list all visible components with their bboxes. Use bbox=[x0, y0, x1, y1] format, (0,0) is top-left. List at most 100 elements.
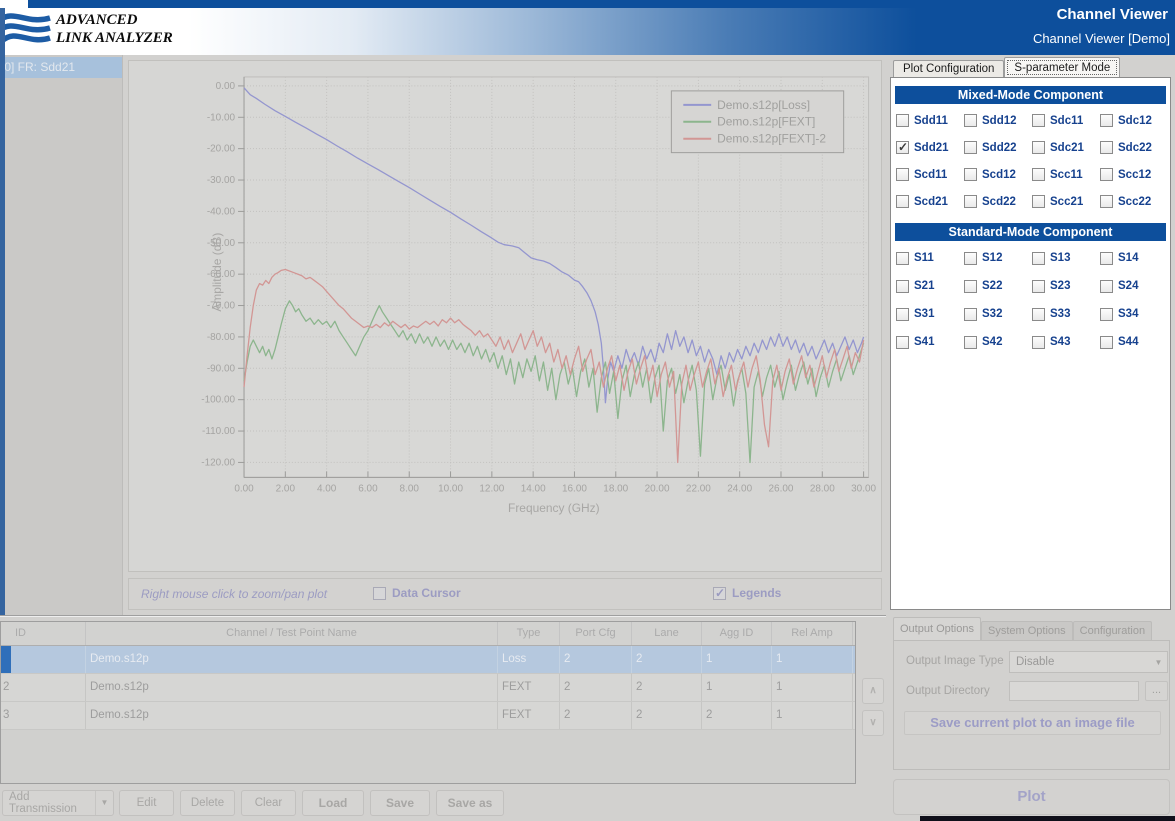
mixed-scd11-checkbox[interactable]: Scd11 bbox=[896, 161, 964, 188]
mixed-scc21-checkbox[interactable]: Scc21 bbox=[1032, 188, 1100, 215]
plot-button[interactable]: Plot bbox=[893, 779, 1170, 815]
standard-s13-checkbox[interactable]: S13 bbox=[1032, 244, 1100, 272]
save-button[interactable]: Save bbox=[370, 790, 430, 816]
cell-agg-id: 1 bbox=[702, 674, 772, 701]
mixed-scd22-checkbox[interactable]: Scd22 bbox=[964, 188, 1032, 215]
checkbox-label: S34 bbox=[1118, 308, 1139, 320]
mixed-sdc11-checkbox[interactable]: Sdc11 bbox=[1032, 107, 1100, 134]
checkbox-box bbox=[1032, 114, 1045, 127]
checkbox-label: Sdc21 bbox=[1050, 141, 1084, 154]
cell-name: Demo.s12p bbox=[86, 702, 498, 729]
mixed-sdd21-checkbox[interactable]: Sdd21 bbox=[896, 134, 964, 161]
move-row-down-button[interactable]: ∨ bbox=[862, 710, 884, 736]
xtick-label: 2.00 bbox=[276, 483, 296, 494]
ytick-label: -100.00 bbox=[201, 395, 235, 406]
plot-panel[interactable]: 0.00 2.00 4.00 6.00 8.00 10.00 12.00 14.00 16.00… bbox=[128, 60, 882, 572]
data-cursor-checkbox[interactable]: Data Cursor bbox=[373, 586, 461, 600]
save-plot-image-button[interactable]: Save current plot to an image file bbox=[904, 711, 1161, 735]
add-transmission-button[interactable]: Add Transmission ▼ bbox=[2, 790, 114, 816]
cell-type: Loss bbox=[498, 646, 560, 673]
mixed-scc11-checkbox[interactable]: Scc11 bbox=[1032, 161, 1100, 188]
table-row[interactable]: 2 Demo.s12p FEXT 2 2 1 1 bbox=[1, 674, 855, 702]
load-button[interactable]: Load bbox=[302, 790, 364, 816]
standard-s24-checkbox[interactable]: S24 bbox=[1100, 272, 1168, 300]
standard-s32-checkbox[interactable]: S32 bbox=[964, 300, 1032, 328]
clear-button[interactable]: Clear bbox=[241, 790, 296, 816]
checkbox-label: S13 bbox=[1050, 252, 1071, 264]
mixed-scd21-checkbox[interactable]: Scd21 bbox=[896, 188, 964, 215]
standard-s22-checkbox[interactable]: S22 bbox=[964, 272, 1032, 300]
output-directory-field[interactable] bbox=[1009, 681, 1139, 701]
checkbox-box bbox=[964, 141, 977, 154]
table-row[interactable]: 3 Demo.s12p FEXT 2 2 2 1 bbox=[1, 702, 855, 730]
cell-lane: 2 bbox=[632, 646, 702, 673]
delete-button[interactable]: Delete bbox=[180, 790, 235, 816]
mixed-sdd22-checkbox[interactable]: Sdd22 bbox=[964, 134, 1032, 161]
checkbox-label: S32 bbox=[982, 308, 1003, 320]
standard-s14-checkbox[interactable]: S14 bbox=[1100, 244, 1168, 272]
checkbox-box bbox=[964, 279, 977, 293]
mixed-scc12-checkbox[interactable]: Scc12 bbox=[1100, 161, 1168, 188]
mixed-sdc21-checkbox[interactable]: Sdc21 bbox=[1032, 134, 1100, 161]
checkbox-box bbox=[1100, 307, 1113, 321]
tab-system-options[interactable]: System Options bbox=[981, 621, 1073, 640]
tab-configuration[interactable]: Configuration bbox=[1072, 621, 1153, 640]
standard-s31-checkbox[interactable]: S31 bbox=[896, 300, 964, 328]
ytick-label: -120.00 bbox=[201, 457, 235, 468]
mixed-sdd12-checkbox[interactable]: Sdd12 bbox=[964, 107, 1032, 134]
checkbox-label: S12 bbox=[982, 252, 1003, 264]
standard-s44-checkbox[interactable]: S44 bbox=[1100, 328, 1168, 356]
mixed-sdc22-checkbox[interactable]: Sdc22 bbox=[1100, 134, 1168, 161]
signal-list: [0] FR: Sdd21 bbox=[5, 55, 123, 617]
mixed-scd12-checkbox[interactable]: Scd12 bbox=[964, 161, 1032, 188]
tab-plot-configuration[interactable]: Plot Configuration bbox=[893, 60, 1005, 78]
edit-button[interactable]: Edit bbox=[119, 790, 174, 816]
standard-s43-checkbox[interactable]: S43 bbox=[1032, 328, 1100, 356]
tab-output-options[interactable]: Output Options bbox=[893, 617, 981, 640]
legends-checkbox[interactable]: Legends bbox=[713, 586, 781, 600]
tab-s-parameter-mode[interactable]: S-parameter Mode bbox=[1004, 57, 1121, 78]
mixed-scc22-checkbox[interactable]: Scc22 bbox=[1100, 188, 1168, 215]
checkbox-box bbox=[964, 251, 977, 265]
xtick-label: 10.00 bbox=[438, 483, 463, 494]
xtick-label: 6.00 bbox=[358, 483, 378, 494]
checkbox-box bbox=[964, 307, 977, 321]
checkbox-box bbox=[1100, 335, 1113, 349]
standard-s33-checkbox[interactable]: S33 bbox=[1032, 300, 1100, 328]
xtick-label: 18.00 bbox=[603, 483, 628, 494]
channel-viewer-window: ADVANCED LINK ANALYZER Channel Viewer Ch… bbox=[0, 0, 1175, 821]
standard-s11-checkbox[interactable]: S11 bbox=[896, 244, 964, 272]
standard-s23-checkbox[interactable]: S23 bbox=[1032, 272, 1100, 300]
logo-line1: ADVANCED bbox=[56, 12, 138, 29]
checkbox-label: S21 bbox=[914, 280, 935, 292]
output-image-type-value: Disable bbox=[1016, 656, 1055, 668]
move-row-up-button[interactable]: ∧ bbox=[862, 678, 884, 704]
xtick-label: 22.00 bbox=[686, 483, 711, 494]
data-cursor-label: Data Cursor bbox=[392, 586, 461, 600]
ytick-label: -40.00 bbox=[207, 206, 236, 217]
standard-s41-checkbox[interactable]: S41 bbox=[896, 328, 964, 356]
ytick-label: -10.00 bbox=[207, 112, 236, 123]
checkbox-label: Sdc11 bbox=[1050, 114, 1084, 127]
standard-s42-checkbox[interactable]: S42 bbox=[964, 328, 1032, 356]
standard-s12-checkbox[interactable]: S12 bbox=[964, 244, 1032, 272]
checkbox-label: Sdd21 bbox=[914, 141, 949, 154]
window-bottom-edge bbox=[920, 816, 1175, 821]
checkbox-box bbox=[1032, 251, 1045, 265]
sidebar-item-0frsdd21[interactable]: [0] FR: Sdd21 bbox=[5, 57, 122, 78]
cell-id: 1 bbox=[1, 646, 86, 673]
window-title: Channel Viewer bbox=[1056, 6, 1168, 23]
standard-s34-checkbox[interactable]: S34 bbox=[1100, 300, 1168, 328]
mixed-sdc12-checkbox[interactable]: Sdc12 bbox=[1100, 107, 1168, 134]
plot-footer-bar: Right mouse click to zoom/pan plot Data … bbox=[128, 578, 882, 610]
browse-directory-button[interactable]: ... bbox=[1145, 681, 1168, 701]
save-as-button[interactable]: Save as bbox=[436, 790, 504, 816]
checkbox-label: Sdd12 bbox=[982, 114, 1017, 127]
cell-rel-amp: 1 bbox=[772, 702, 853, 729]
standard-s21-checkbox[interactable]: S21 bbox=[896, 272, 964, 300]
mixed-sdd11-checkbox[interactable]: Sdd11 bbox=[896, 107, 964, 134]
cell-lane: 2 bbox=[632, 702, 702, 729]
legend-label: Demo.s12p[FEXT]-2 bbox=[717, 132, 826, 146]
table-row[interactable]: 1 Demo.s12p Loss 2 2 1 1 bbox=[1, 646, 855, 674]
output-image-type-dropdown[interactable]: Disable ▼ bbox=[1009, 651, 1168, 673]
